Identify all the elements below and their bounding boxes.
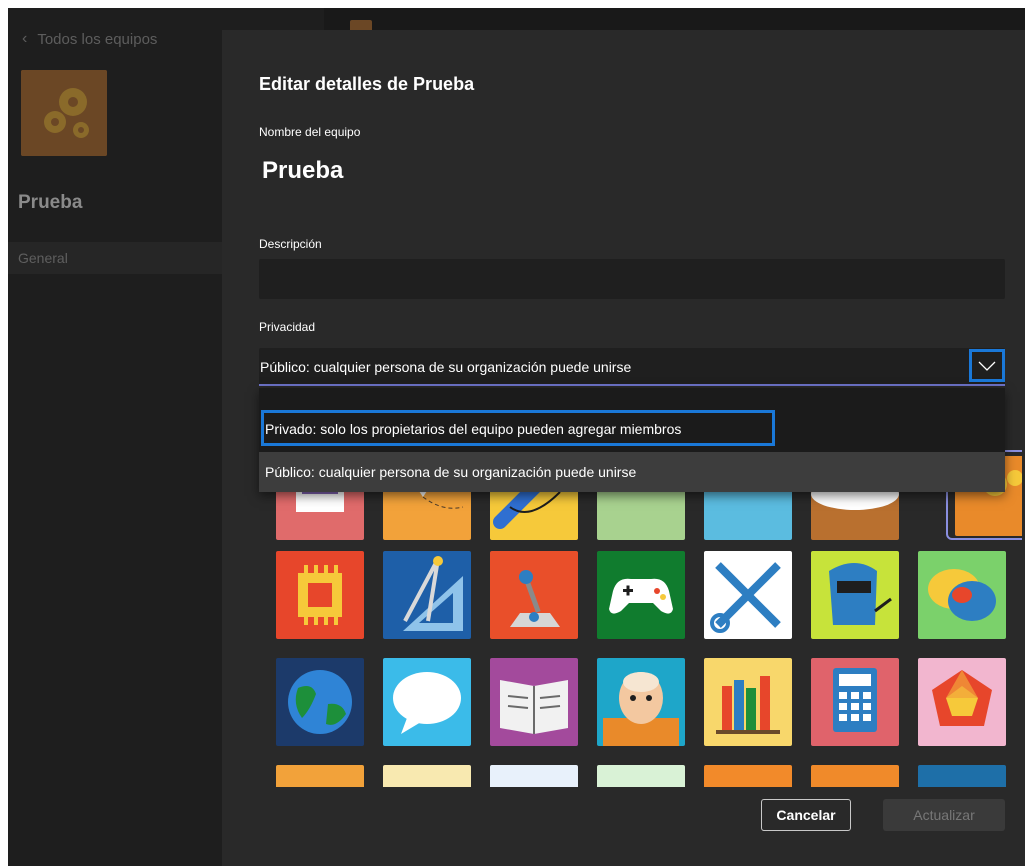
privacy-option-public-label: Público: cualquier persona de su organiz…: [265, 464, 637, 480]
privacy-option-private[interactable]: Privado: solo los propietarios del equip…: [259, 410, 1005, 448]
privacy-option-public[interactable]: Público: cualquier persona de su organiz…: [259, 452, 1005, 492]
update-button[interactable]: Actualizar: [883, 799, 1005, 831]
privacy-dropdown[interactable]: Público: cualquier persona de su organiz…: [259, 348, 1005, 386]
chevron-down-icon: [978, 361, 996, 371]
team-name: Prueba: [18, 192, 83, 213]
chevron-left-icon: ‹: [22, 30, 28, 47]
icon-tile-row4-7[interactable]: [918, 765, 1006, 787]
privacy-dropdown-toggle[interactable]: [969, 349, 1005, 382]
compass-ruler-icon[interactable]: [383, 551, 471, 639]
privacy-selected-value: Público: cualquier persona de su organiz…: [260, 359, 632, 375]
shakespeare-icon[interactable]: [597, 658, 685, 746]
icon-tile-row4-5[interactable]: [704, 765, 792, 787]
team-icon-grid: [262, 442, 1022, 787]
focus-outline: [261, 410, 775, 446]
team-name-label: Nombre del equipo: [259, 125, 361, 139]
description-label: Descripción: [259, 237, 322, 251]
channel-item-general[interactable]: General: [8, 242, 222, 274]
open-book-icon[interactable]: [490, 658, 578, 746]
team-name-value: Prueba: [262, 157, 344, 184]
calculator-icon[interactable]: [811, 658, 899, 746]
game-controller-icon[interactable]: [597, 551, 685, 639]
gears-icon: [21, 70, 107, 156]
icon-tile-row4-4[interactable]: [597, 765, 685, 787]
icon-tile-row4-3[interactable]: [490, 765, 578, 787]
edit-team-dialog: Editar detalles de Prueba Nombre del equ…: [222, 30, 1025, 866]
cancel-button[interactable]: Cancelar: [761, 799, 851, 831]
welding-mask-icon[interactable]: [811, 551, 899, 639]
header-strip: [324, 8, 1025, 32]
dodecahedron-icon[interactable]: [918, 658, 1006, 746]
team-logo: [21, 70, 107, 156]
privacy-label: Privacidad: [259, 320, 316, 334]
teams-app-window: ‹ Todos los equipos Prueba General Edita…: [8, 8, 1025, 866]
globe-icon[interactable]: [276, 658, 364, 746]
tools-icon[interactable]: [704, 551, 792, 639]
chat-bubbles-icon[interactable]: [918, 551, 1006, 639]
books-shelf-icon[interactable]: [704, 658, 792, 746]
speech-bubble-icon[interactable]: [383, 658, 471, 746]
dialog-title: Editar detalles de Prueba: [259, 74, 475, 94]
back-to-all-teams-link[interactable]: ‹ Todos los equipos: [22, 30, 157, 48]
joystick-icon[interactable]: [490, 551, 578, 639]
icon-tile-row4-6[interactable]: [811, 765, 899, 787]
privacy-options-menu: Privado: solo los propietarios del equip…: [259, 388, 1005, 492]
icon-tile-row4-1[interactable]: [276, 765, 364, 787]
icon-tile-row4-2[interactable]: [383, 765, 471, 787]
description-input[interactable]: [259, 259, 1005, 299]
back-link-label: Todos los equipos: [37, 30, 158, 48]
circuit-chip-icon[interactable]: [276, 551, 364, 639]
